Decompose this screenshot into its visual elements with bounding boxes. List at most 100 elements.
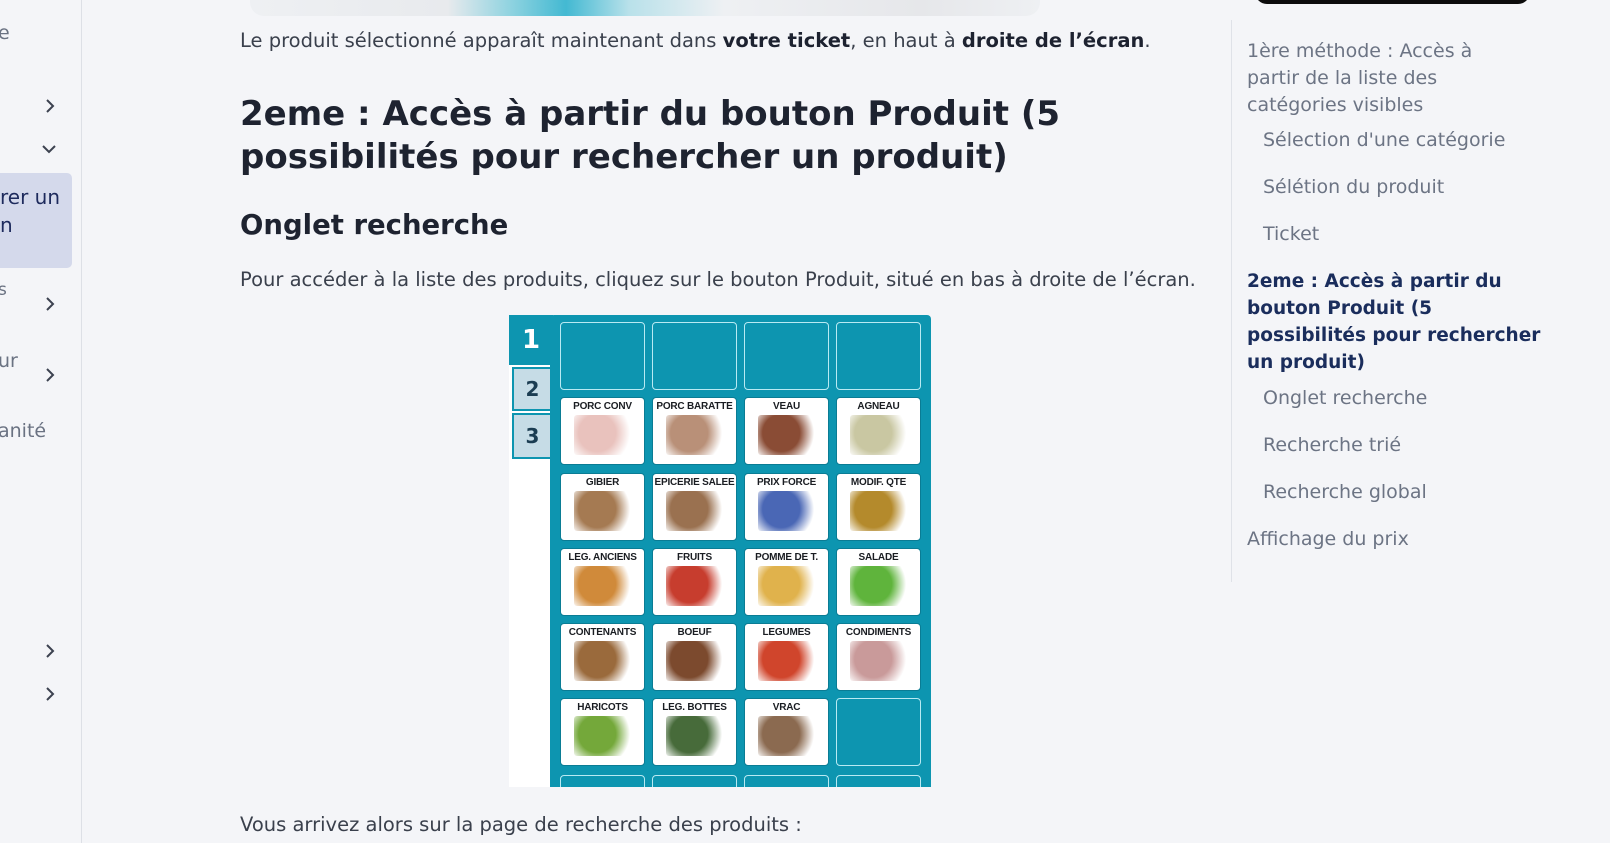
product-grid-cell-label: PORC BARATTE bbox=[656, 401, 733, 412]
product-grid-cell-label: EPICERIE SALEE bbox=[654, 477, 735, 488]
lamb-photo bbox=[849, 415, 908, 455]
intro-text: . bbox=[1144, 29, 1151, 52]
product-grid-cell: MODIF. QTE bbox=[836, 473, 921, 541]
toc-item[interactable]: Sélection d'une catégorie bbox=[1263, 127, 1505, 154]
product-grid-cell-label: PRIX FORCE bbox=[756, 477, 817, 488]
toc-item[interactable]: Onglet recherche bbox=[1263, 385, 1427, 412]
top-right-button-edge[interactable] bbox=[1255, 0, 1530, 4]
product-grid-cell-label: LEGUMES bbox=[762, 627, 811, 638]
product-grid-cell-label: VEAU bbox=[773, 401, 800, 412]
product-grid-cell: POMME DE T. bbox=[744, 548, 829, 616]
chevron-down-icon[interactable] bbox=[42, 142, 56, 156]
product-grid-cell: SALADE bbox=[836, 548, 921, 616]
product-grid-cell-label: CONDIMENTS bbox=[845, 627, 912, 638]
product-grid-screenshot: 1 2 3 PORC CONV PORC BARATTE VEAU AGNEAU GIB… bbox=[509, 315, 931, 787]
product-grid-cell: EPICERIE SALEE bbox=[652, 473, 737, 541]
product-grid-cell-label: HARICOTS bbox=[577, 702, 628, 713]
product-grid-cell-label: FRUITS bbox=[677, 552, 712, 563]
product-grid-cell: AGNEAU bbox=[836, 397, 921, 465]
vegetables-photo bbox=[757, 641, 816, 681]
section-heading: 2eme : Accès à partir du bouton Produit … bbox=[240, 94, 1061, 177]
product-grid-cell-label: AGNEAU bbox=[857, 401, 900, 412]
product-grid-cell: GIBIER bbox=[560, 473, 645, 541]
calf-photo bbox=[757, 415, 816, 455]
cow-photo bbox=[665, 641, 724, 681]
product-grid-cell: VRAC bbox=[744, 698, 829, 766]
product-grid-empty-cell bbox=[560, 775, 645, 787]
coins-photo bbox=[849, 491, 908, 531]
sidebar-item-label[interactable]: ur bbox=[0, 350, 18, 372]
previous-screenshot-image-edge bbox=[250, 0, 1040, 16]
toc-item[interactable]: 1ère méthode : Accès à partir de la list… bbox=[1247, 38, 1472, 119]
toc-item[interactable]: Recherche trié bbox=[1263, 432, 1401, 459]
grocery-photo bbox=[665, 491, 724, 531]
bunched-veg-photo bbox=[665, 716, 724, 756]
basket-photo bbox=[573, 641, 632, 681]
product-grid-cell-label: PORC CONV bbox=[573, 401, 632, 412]
squash-photo bbox=[573, 566, 632, 606]
toc-item[interactable]: Ticket bbox=[1263, 221, 1319, 248]
product-grid-panel: PORC CONV PORC BARATTE VEAU AGNEAU GIBIER EPI… bbox=[550, 315, 931, 787]
sidebar-item-active-label: rer un n bbox=[0, 185, 61, 237]
product-grid-empty-cell bbox=[836, 775, 921, 787]
product-grid-cell-label: MODIF. QTE bbox=[850, 477, 907, 488]
forced-price-icon bbox=[757, 491, 816, 531]
bulk-jars-photo bbox=[757, 716, 816, 756]
product-grid-cell-label: LEG. ANCIENS bbox=[568, 552, 637, 563]
sidebar-item-label[interactable]: s bbox=[0, 280, 7, 300]
fruits-photo bbox=[665, 566, 724, 606]
sidebar-item-label[interactable]: e bbox=[0, 22, 10, 44]
product-grid-cell: LEG. ANCIENS bbox=[560, 548, 645, 616]
product-grid-cell-label: LEG. BOTTES bbox=[662, 702, 727, 713]
pigs-photo bbox=[665, 415, 724, 455]
product-grid-empty-cell bbox=[744, 775, 829, 787]
intro-paragraph: Le produit sélectionné apparaît maintena… bbox=[240, 29, 1151, 52]
product-grid-empty-cell bbox=[560, 322, 645, 390]
sidebar-item-label[interactable]: anité bbox=[0, 420, 46, 442]
product-grid-cell-label: VRAC bbox=[772, 702, 801, 713]
chevron-right-icon[interactable] bbox=[43, 297, 57, 311]
product-grid-cell-label: BOEUF bbox=[677, 627, 712, 638]
chevron-right-icon[interactable] bbox=[43, 687, 57, 701]
beans-photo bbox=[573, 716, 632, 756]
product-grid-cell: LEG. BOTTES bbox=[652, 698, 737, 766]
product-grid-empty-cell bbox=[652, 775, 737, 787]
intro-bold-ticket: votre ticket bbox=[722, 29, 851, 52]
chevron-right-icon[interactable] bbox=[43, 368, 57, 382]
onions-photo bbox=[849, 641, 908, 681]
chevron-right-icon[interactable] bbox=[43, 99, 57, 113]
toc-item-active[interactable]: 2eme : Accès à partir du bouton Produit … bbox=[1247, 268, 1540, 376]
sidebar-item-active[interactable]: rer un n bbox=[0, 173, 72, 268]
toc-item[interactable]: Recherche global bbox=[1263, 479, 1427, 506]
product-grid-cell-label: CONTENANTS bbox=[568, 627, 637, 638]
intro-text: , en haut à bbox=[850, 29, 962, 52]
product-grid-cell-label: GIBIER bbox=[585, 477, 620, 488]
bottom-paragraph: Vous arrivez alors sur la page de recher… bbox=[240, 813, 802, 836]
product-grid-cell: CONTENANTS bbox=[560, 623, 645, 691]
chevron-right-icon[interactable] bbox=[43, 644, 57, 658]
product-grid-empty-cell bbox=[744, 322, 829, 390]
pig-photo bbox=[573, 415, 632, 455]
intro-bold-right: droite de l’écran bbox=[961, 29, 1145, 52]
product-grid-empty-cell bbox=[836, 698, 921, 766]
product-grid-cell: PORC BARATTE bbox=[652, 397, 737, 465]
table-of-contents: 1ère méthode : Accès à partir de la list… bbox=[1231, 20, 1551, 582]
subsection-heading: Onglet recherche bbox=[240, 209, 509, 241]
toc-item[interactable]: Affichage du prix bbox=[1247, 526, 1409, 553]
intro-text: Le produit sélectionné apparaît maintena… bbox=[240, 29, 723, 52]
product-grid-cell: VEAU bbox=[744, 397, 829, 465]
product-grid-cell: CONDIMENTS bbox=[836, 623, 921, 691]
grid-tab-2: 2 bbox=[512, 367, 553, 411]
product-grid-empty-cell bbox=[836, 322, 921, 390]
potatoes-photo bbox=[757, 566, 816, 606]
product-grid-cell: HARICOTS bbox=[560, 698, 645, 766]
product-grid-cell: FRUITS bbox=[652, 548, 737, 616]
game-birds-photo bbox=[573, 491, 632, 531]
product-grid-cell-label: SALADE bbox=[858, 552, 899, 563]
product-grid-empty-cell bbox=[652, 322, 737, 390]
toc-item[interactable]: Sélétion du produit bbox=[1263, 174, 1444, 201]
product-grid-cell: BOEUF bbox=[652, 623, 737, 691]
product-grid-cell: PORC CONV bbox=[560, 397, 645, 465]
product-grid-cell: LEGUMES bbox=[744, 623, 829, 691]
left-sidebar: e rer un n s ur anité bbox=[0, 0, 82, 843]
